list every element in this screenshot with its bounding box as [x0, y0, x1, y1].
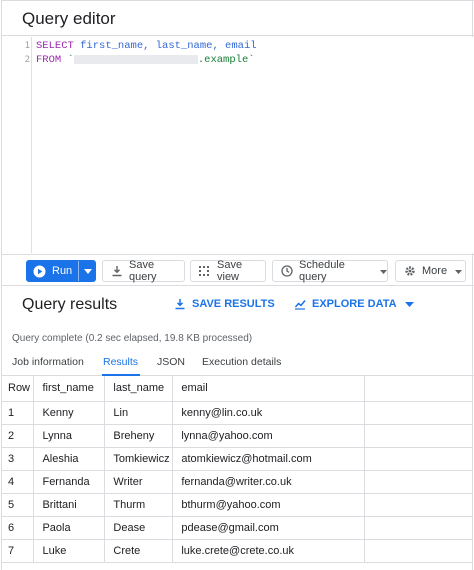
empty-cell [364, 401, 472, 425]
column-header-email: email [172, 376, 366, 402]
last-name-cell: Lin [104, 401, 174, 425]
row-number-cell: 6 [2, 516, 35, 540]
view-grid-icon [199, 265, 211, 277]
chevron-down-icon [455, 265, 463, 277]
schedule-query-label: Schedule query [299, 259, 345, 283]
save-query-label: Save query [129, 259, 157, 283]
query-status: Query complete (0.2 sec elapsed, 19.8 KB… [12, 333, 253, 344]
results-table: Row first_name last_name email 1 Kenny L… [2, 376, 472, 563]
last-name-cell: Breheny [104, 424, 174, 448]
email-cell: lynna@yahoo.com [172, 424, 366, 448]
query-results-header: Query results SAVE RESULTS EXPLORE DATA [2, 286, 474, 324]
table-header-row: Row first_name last_name email [2, 376, 472, 402]
line-number: 2 [24, 55, 30, 65]
email-cell: kenny@lin.co.uk [172, 401, 366, 425]
last-name-cell: Writer [104, 470, 174, 494]
empty-cell [364, 470, 472, 494]
column-header-first-name: first_name [33, 376, 106, 402]
table-row: 5 Brittani Thurm bthurm@yahoo.com [2, 493, 472, 517]
sql-editor[interactable]: 1 2 SELECT first_name, last_name, email … [2, 37, 474, 253]
line-number-gutter: 1 2 [2, 37, 32, 253]
last-name-cell: Tomkiewicz [104, 447, 174, 471]
sql-columns: first_name, last_name, email [80, 40, 257, 52]
empty-cell [364, 424, 472, 448]
code-line-2[interactable]: FROM ` .example` [36, 54, 255, 66]
save-view-label: Save view [217, 259, 243, 283]
email-cell: bthurm@yahoo.com [172, 493, 366, 517]
table-row: 4 Fernanda Writer fernanda@writer.co.uk [2, 470, 472, 494]
email-cell: fernanda@writer.co.uk [172, 470, 366, 494]
column-header-last-name: last_name [104, 376, 174, 402]
results-tabs: Job information Results JSON Execution d… [2, 348, 474, 376]
query-results-title: Query results [22, 296, 118, 313]
table-row: 1 Kenny Lin kenny@lin.co.uk [2, 401, 472, 425]
gear-icon [404, 265, 416, 277]
row-number-cell: 2 [2, 424, 35, 448]
tab-execution-details[interactable]: Execution details [202, 356, 281, 368]
first-name-cell: Luke [33, 539, 106, 563]
save-view-button[interactable]: Save view [190, 259, 266, 283]
email-cell: luke.crete@crete.co.uk [172, 539, 366, 563]
run-dropdown-caret-icon[interactable] [81, 261, 95, 281]
row-number-cell: 1 [2, 401, 35, 425]
code-line-1[interactable]: SELECT first_name, last_name, email [36, 40, 257, 52]
more-button[interactable]: More [395, 260, 466, 282]
first-name-cell: Lynna [33, 424, 106, 448]
caret-down-icon [404, 298, 414, 310]
tab-json[interactable]: JSON [157, 356, 185, 368]
sql-table-suffix: .example` [197, 54, 255, 66]
schedule-query-button[interactable]: Schedule query [272, 259, 388, 283]
table-row: 2 Lynna Breheny lynna@yahoo.com [2, 424, 472, 448]
more-label: More [422, 265, 448, 277]
bigquery-panel: Query editor 1 2 SELECT first_name, last… [1, 0, 474, 570]
first-name-cell: Kenny [33, 401, 106, 425]
email-cell: pdease@gmail.com [172, 516, 366, 540]
tab-results[interactable]: Results [103, 356, 138, 368]
empty-cell [364, 539, 472, 563]
run-divider [78, 261, 79, 281]
first-name-cell: Fernanda [33, 470, 106, 494]
empty-cell [364, 447, 472, 471]
first-name-cell: Paola [33, 516, 106, 540]
query-editor-header: Query editor [2, 0, 474, 36]
column-header-row: Row [2, 376, 35, 402]
query-toolbar: Run Save query Save view Schedule query [2, 254, 474, 286]
explore-data-label: EXPLORE DATA [312, 298, 397, 310]
table-row: 7 Luke Crete luke.crete@crete.co.uk [2, 539, 472, 563]
last-name-cell: Thurm [104, 493, 174, 517]
empty-cell [364, 516, 472, 540]
run-button[interactable]: Run [26, 260, 96, 282]
table-row: 3 Aleshia Tomkiewicz atomkiewicz@hotmail… [2, 447, 472, 471]
run-label: Run [52, 265, 73, 277]
row-number-cell: 3 [2, 447, 35, 471]
last-name-cell: Dease [104, 516, 174, 540]
column-header-empty [364, 376, 472, 402]
clock-icon [281, 265, 293, 277]
chart-icon [294, 298, 306, 310]
line-number: 1 [24, 41, 30, 51]
redacted-table-name [73, 54, 198, 64]
row-number-cell: 7 [2, 539, 35, 563]
empty-cell [364, 493, 472, 517]
first-name-cell: Aleshia [33, 447, 106, 471]
row-number-cell: 5 [2, 493, 35, 517]
sql-keyword-select: SELECT [36, 40, 74, 52]
save-results-label: SAVE RESULTS [192, 298, 275, 310]
tab-job-information[interactable]: Job information [12, 356, 84, 368]
download-icon [111, 265, 123, 277]
download-icon [174, 298, 186, 310]
table-row: 6 Paola Dease pdease@gmail.com [2, 516, 472, 540]
play-icon [33, 265, 46, 278]
chevron-down-icon [380, 265, 387, 277]
query-editor-title: Query editor [22, 9, 116, 28]
email-cell: atomkiewicz@hotmail.com [172, 447, 366, 471]
row-number-cell: 4 [2, 470, 35, 494]
first-name-cell: Brittani [33, 493, 106, 517]
last-name-cell: Crete [104, 539, 174, 563]
save-query-button[interactable]: Save query [102, 259, 185, 283]
sql-keyword-from: FROM [36, 54, 62, 66]
explore-data-button[interactable]: EXPLORE DATA [294, 298, 414, 310]
save-results-button[interactable]: SAVE RESULTS [174, 298, 275, 310]
